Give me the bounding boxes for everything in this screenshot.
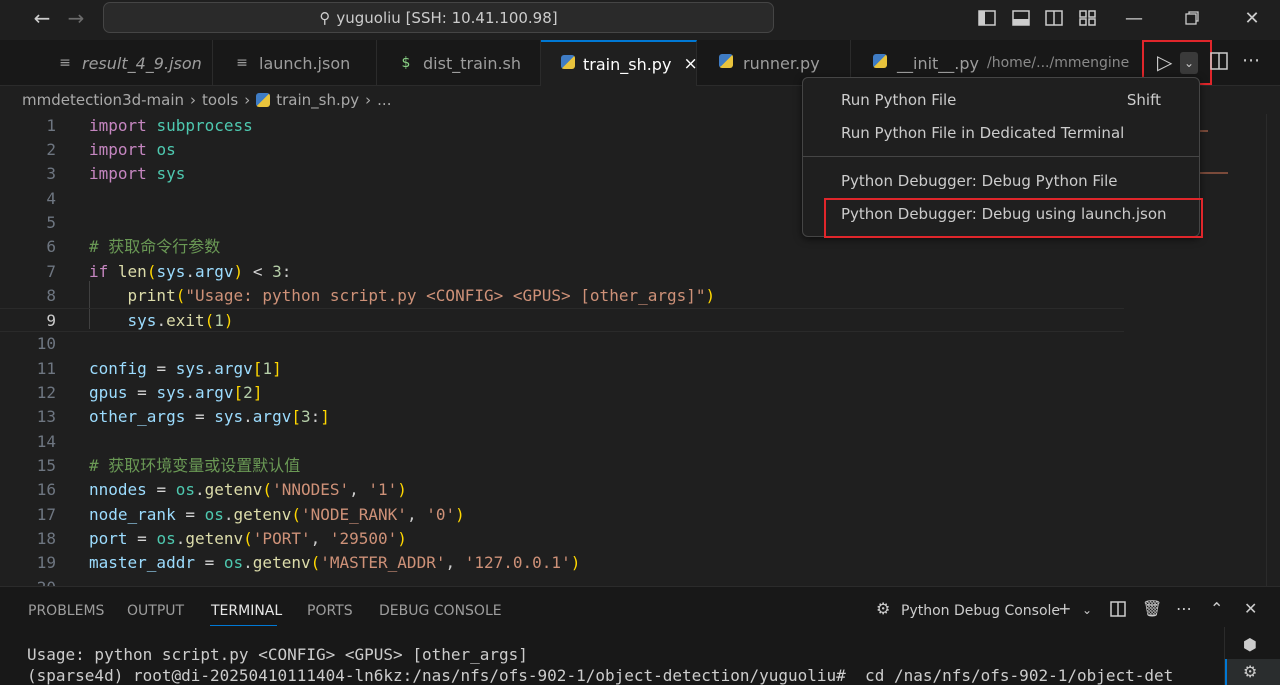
restore-icon[interactable] [1172,4,1212,32]
chevron-right-icon: › [365,91,372,109]
code-line[interactable]: 14 [0,430,1124,454]
menu-item-highlight-box [824,198,1203,238]
close-window-icon[interactable]: ✕ [1232,4,1272,32]
bottom-panel: PROBLEMS OUTPUT TERMINAL PORTS DEBUG CON… [0,586,1280,685]
tab-launch-json[interactable]: ≡ launch.json [213,40,377,86]
chevron-right-icon: › [244,91,251,109]
code-line[interactable]: 19 master_addr = os.getenv('MASTER_ADDR',… [0,551,1124,575]
code-line[interactable]: 6 # 获取命令行参数 [0,235,1124,259]
minimap-mark [1200,130,1208,132]
chevron-right-icon: › [190,91,197,109]
python-icon [871,54,889,72]
code-line[interactable]: 7 if len(sys.argv) < 3: [0,260,1124,284]
tab-train-sh-py[interactable]: train_sh.py × [541,40,697,86]
terminal-list-item-active[interactable]: ⚙ [1225,659,1280,685]
dollar-icon: $ [401,55,411,71]
code-line[interactable]: 18 port = os.getenv('PORT', '29500') [0,527,1124,551]
lines-icon: ≡ [236,55,248,71]
toggle-primary-sidebar-icon[interactable] [974,6,1000,30]
tab-ports[interactable]: PORTS [307,603,353,619]
code-line[interactable]: 12 gpus = sys.argv[2] [0,381,1124,405]
code-line[interactable]: 11 config = sys.argv[1] [0,357,1124,381]
toggle-panel-icon[interactable] [1008,6,1034,30]
minimap-mark [1200,172,1228,174]
breadcrumb-item[interactable]: mmdetection3d-main [22,91,184,109]
tab-result-4-9-json[interactable]: ≡ result_4_9.json [36,40,213,86]
minimize-icon[interactable]: — [1114,4,1154,32]
code-line[interactable]: 10 [0,332,1124,356]
breadcrumb-item[interactable]: train_sh.py [276,91,359,109]
arrow-left-icon[interactable]: ← [28,6,56,30]
bug-icon: ⚙ [1243,662,1258,681]
tab-terminal[interactable]: TERMINAL [211,603,282,619]
code-line[interactable]: 16 nnodes = os.getenv('NNODES', '1') [0,478,1124,502]
menu-item-debug-python-file[interactable]: Python Debugger: Debug Python File [803,166,1199,196]
tab-problems[interactable]: PROBLEMS [28,603,104,619]
more-actions-icon[interactable]: ⋯ [1242,50,1260,71]
python-icon [717,54,735,72]
toggle-secondary-sidebar-icon[interactable] [1041,6,1067,30]
code-line[interactable]: 20 [0,576,1124,586]
search-icon: ⚲ [319,8,331,27]
code-line[interactable]: 8 print("Usage: python script.py <CONFIG… [0,284,1124,308]
terminal-session-label[interactable]: Python Debug Console [901,603,1060,619]
arrow-right-icon[interactable]: → [62,6,90,30]
menu-item-run-dedicated-terminal[interactable]: Run Python File in Dedicated Terminal [803,118,1199,148]
cube-icon[interactable]: ⬢ [1243,635,1257,654]
bug-icon: ⚙ [876,599,891,618]
title-bar: ← → ⚲ yuguoliu [SSH: 10.41.100.98] — ✕ [0,0,1280,40]
terminal-list: ⬢ ⚙ [1224,627,1280,685]
tab-dist-train-sh[interactable]: $ dist_train.sh [377,40,541,86]
breadcrumb-item[interactable]: tools [202,91,238,109]
python-icon [256,93,271,107]
menu-separator [803,156,1199,157]
breadcrumb-item[interactable]: ... [377,91,391,109]
tab-output[interactable]: OUTPUT [127,603,184,619]
menu-item-run-python-file[interactable]: Run Python File Shift [803,85,1199,115]
code-line[interactable]: 17 node_rank = os.getenv('NODE_RANK', '0'… [0,503,1124,527]
active-tab-indicator [210,625,277,626]
chevron-down-icon[interactable]: ⌄ [1082,603,1092,617]
code-line[interactable]: 13 other_args = sys.argv[3:] [0,405,1124,429]
command-center-search[interactable]: ⚲ yuguoliu [SSH: 10.41.100.98] [103,2,774,33]
plus-icon[interactable]: + [1058,599,1071,618]
chevron-up-icon[interactable]: ⌃ [1210,599,1223,618]
tab-debug-console[interactable]: DEBUG CONSOLE [379,603,502,619]
window-title: yuguoliu [SSH: 10.41.100.98] [336,8,558,27]
code-line[interactable]: 15 # 获取环境变量或设置默认值 [0,454,1124,478]
trash-icon[interactable]: 🗑 [1142,599,1162,618]
lines-icon: ≡ [59,55,71,71]
close-panel-icon[interactable]: ✕ [1244,599,1257,618]
terminal-line: (sparse4d) root@di-20250410111404-ln6kz:… [27,666,1174,685]
shortcut-label: Shift [1126,91,1161,109]
terminal-line: Usage: python script.py <CONFIG> <GPUS> … [27,645,528,664]
split-terminal-icon[interactable] [1110,601,1126,621]
close-tab-icon[interactable]: × [683,54,696,74]
code-line-current[interactable]: 9 sys.exit(1) [0,308,1124,332]
python-icon [561,55,575,73]
more-actions-icon[interactable]: ⋯ [1176,599,1192,618]
editor-scrollbar[interactable] [1266,114,1280,586]
split-editor-icon[interactable] [1210,52,1228,75]
customize-layout-icon[interactable] [1075,6,1101,30]
